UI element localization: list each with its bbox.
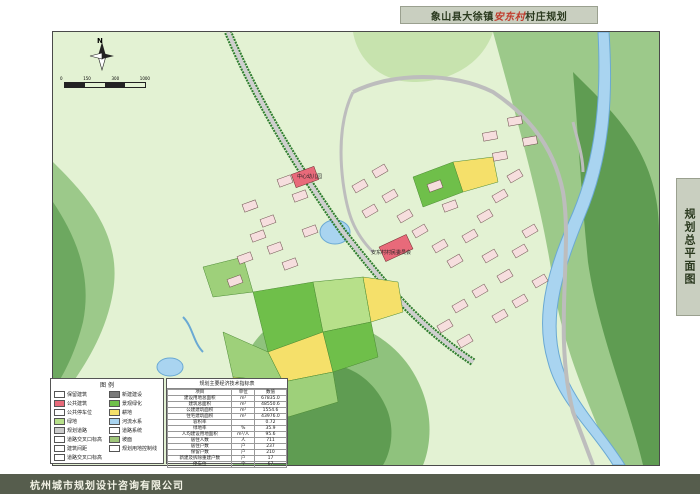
legend-swatch <box>109 400 120 407</box>
legend: 图 例 保留建筑 新建建设公共建筑 景观绿化公共停车位 耕地绿地 河流水系规划道路 道路系… <box>50 378 164 464</box>
title-prefix: 象山县大徐镇 <box>430 11 494 23</box>
legend-swatch <box>109 436 120 443</box>
legend-swatch <box>54 418 65 425</box>
legend-swatch <box>54 409 65 416</box>
legend-item: 耕地 <box>109 409 160 416</box>
stats-body: 建设用地总面积 m² 67835.0 建筑总面积 m² 48550.6 公建建筑面积 m² 15… <box>166 395 288 468</box>
legend-label: 建筑间距 <box>67 446 88 452</box>
stats-table: 规划主要经济技术指标表 项目 单位 数值 建设用地总面积 m² 67835.0 建筑总… <box>166 378 288 468</box>
legend-label: 坡面 <box>122 437 133 443</box>
legend-swatch <box>109 391 120 398</box>
pond-southwest <box>156 357 184 377</box>
stats-cell: 个 <box>231 461 255 468</box>
legend-item: 公共建筑 <box>54 400 105 407</box>
legend-label: 景观绿化 <box>122 401 143 407</box>
footer-company: 杭州城市规划设计咨询有限公司 <box>30 481 184 492</box>
legend-label: 道路交叉口标高 <box>67 455 103 461</box>
legend-label: 耕地 <box>122 410 133 416</box>
legend-item: 保留建筑 <box>54 391 105 398</box>
scale-tick: 0 <box>60 76 63 81</box>
legend-label: 公共建筑 <box>67 401 88 407</box>
title-suffix: 村庄规划 <box>525 11 568 23</box>
legend-swatch <box>54 427 65 434</box>
legend-item: 规划道路 <box>54 427 105 434</box>
legend-swatch <box>54 391 65 398</box>
north-label: N <box>97 37 103 45</box>
stats-cell: 停车位 <box>166 461 233 468</box>
stats-row: 停车位个 67 <box>166 461 288 468</box>
legend-label: 绿地 <box>67 419 78 425</box>
side-label-text: 规划总平面图 <box>683 208 696 286</box>
legend-item: 规划用地控制线 <box>109 445 160 452</box>
legend-grid: 保留建筑 新建建设公共建筑 景观绿化公共停车位 耕地绿地 河流水系规划道路 道路系统道路交… <box>51 389 163 463</box>
legend-swatch <box>54 454 65 461</box>
legend-label: 道路交叉口标高 <box>67 437 103 443</box>
legend-item: 建筑间距 <box>54 445 105 452</box>
scale-labels: 0 150 300 1000 <box>60 76 150 81</box>
legend-label: 规划道路 <box>67 428 88 434</box>
stats-title: 规划主要经济技术指标表 <box>167 379 287 389</box>
legend-label: 规划用地控制线 <box>122 446 158 452</box>
legend-swatch <box>109 409 120 416</box>
scale-bar <box>64 82 146 88</box>
scale-tick: 300 <box>111 76 120 81</box>
legend-swatch <box>109 418 120 425</box>
legend-item: 道路系统 <box>109 427 160 434</box>
legend-item: 景观绿化 <box>109 400 160 407</box>
site-label-kindergarten: 中心幼儿园 <box>297 173 322 180</box>
legend-title: 图 例 <box>100 382 114 389</box>
title-village: 安东村 <box>493 11 526 23</box>
legend-swatch <box>109 427 120 434</box>
legend-swatch <box>54 436 65 443</box>
legend-item: 道路交叉口标高 <box>54 454 105 461</box>
legend-label: 道路系统 <box>122 428 143 434</box>
stats-cell: 67 <box>253 461 288 468</box>
legend-item: 坡面 <box>109 436 160 443</box>
title-bar: 象山县大徐镇 安东村 村庄规划 <box>400 6 598 24</box>
legend-item: 新建建设 <box>109 391 160 398</box>
legend-label: 保留建筑 <box>67 392 88 398</box>
scale-tick: 1000 <box>139 76 150 81</box>
footer: 杭州城市规划设计咨询有限公司 <box>0 474 700 494</box>
site-label-village-committee: 安东村村民委员会 <box>371 249 411 256</box>
legend-swatch <box>109 445 120 452</box>
legend-item: 公共停车位 <box>54 409 105 416</box>
side-label: 规划总平面图 <box>676 178 700 316</box>
legend-label: 新建建设 <box>122 392 143 398</box>
legend-swatch <box>54 445 65 452</box>
legend-swatch <box>54 400 65 407</box>
legend-item: 绿地 <box>54 418 105 425</box>
scale-tick: 150 <box>83 76 91 81</box>
legend-item: 河流水系 <box>109 418 160 425</box>
legend-label: 公共停车位 <box>67 410 93 416</box>
legend-item: 道路交叉口标高 <box>54 436 105 443</box>
legend-label: 河流水系 <box>122 419 143 425</box>
